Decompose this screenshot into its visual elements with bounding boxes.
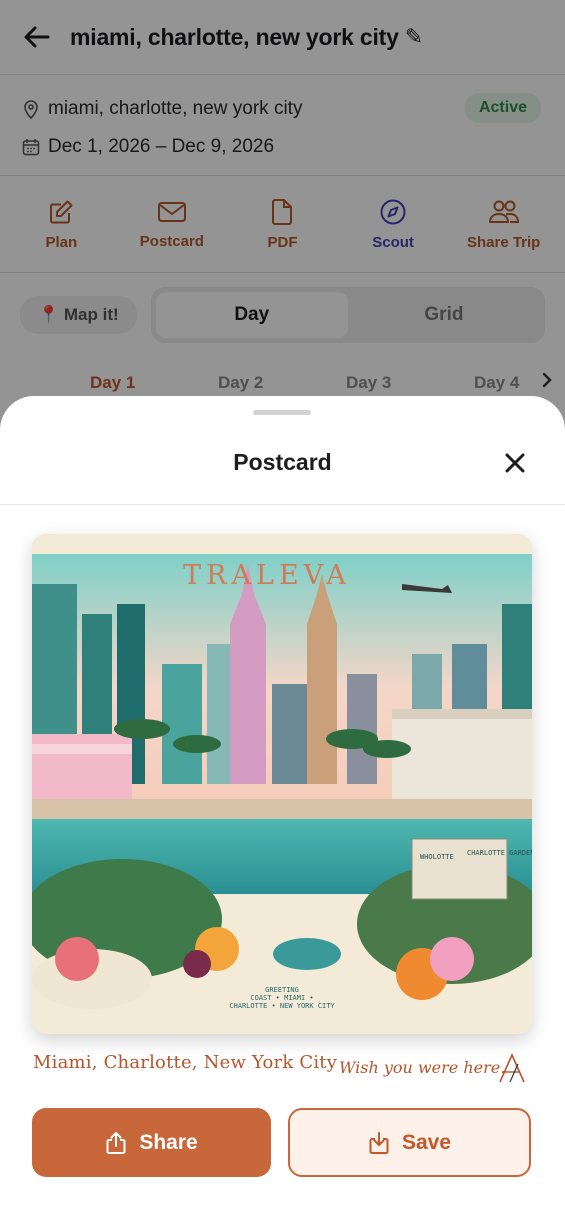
download-icon	[369, 1131, 389, 1154]
stamp-text-2: CHARLOTTE GARDENS	[467, 849, 532, 857]
share-label: Share	[139, 1130, 198, 1154]
postcard-sheet: Postcard GREETING COAST • MIAMI • CHARLO…	[0, 396, 565, 1228]
stamp-text-1: WHOLOTTE	[420, 853, 454, 861]
save-label: Save	[401, 1130, 452, 1154]
postcard-caption-cities: Miami, Charlotte, New York City	[33, 1052, 338, 1073]
close-button[interactable]	[500, 448, 530, 478]
sheet-title: Postcard	[233, 449, 332, 475]
postcard-caption-wish: Wish you were here.	[339, 1058, 506, 1077]
share-icon	[106, 1131, 126, 1154]
postcard-brand-text: TRALEVA	[183, 560, 351, 591]
postcard-greeting-3: CHARLOTTE • NEW YORK CITY	[229, 1002, 335, 1010]
close-icon	[505, 453, 525, 473]
sheet-divider	[0, 504, 565, 505]
postcard-greeting-1: GREETING	[265, 986, 299, 994]
traleva-logo-icon	[499, 1053, 525, 1083]
share-button[interactable]: Share	[32, 1108, 271, 1177]
save-button[interactable]: Save	[288, 1108, 531, 1177]
postcard-image: GREETING COAST • MIAMI • CHARLOTTE • NEW…	[32, 534, 532, 1034]
drag-handle[interactable]	[253, 410, 311, 415]
postcard-illustration: GREETING COAST • MIAMI • CHARLOTTE • NEW…	[32, 534, 532, 1034]
postcard-greeting-2: COAST • MIAMI •	[250, 994, 313, 1002]
